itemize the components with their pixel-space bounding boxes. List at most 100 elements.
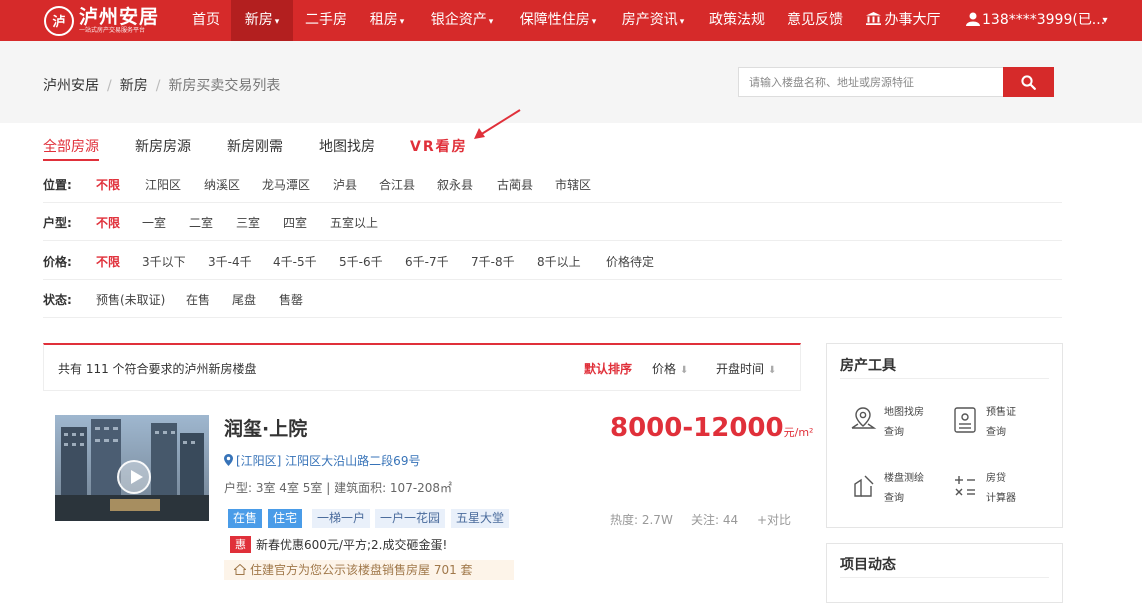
- nav-affordable-housing[interactable]: 保障性住房 ▾: [510, 0, 606, 41]
- filter-option[interactable]: 3千-4千: [208, 253, 252, 270]
- filter-option[interactable]: 不限: [96, 253, 120, 270]
- filter-location: 位置: 不限 江阳区 纳溪区 龙马潭区 泸县 合江县 叙永县 古蔺县 市辖区: [43, 168, 1062, 203]
- certificate-icon: [954, 407, 976, 433]
- breadcrumb: 泸州安居 / 新房 / 新房买卖交易列表: [43, 78, 281, 94]
- survey-icon: [854, 475, 874, 497]
- listing-image[interactable]: [55, 415, 209, 521]
- promo-badge: 惠: [230, 536, 251, 553]
- sort-price[interactable]: 价格 ⬇: [652, 360, 688, 377]
- site-logo[interactable]: 泸 泸州安居 一站式房产交易服务平台: [44, 4, 159, 37]
- nav-service-hall[interactable]: 办事大厅: [860, 0, 946, 41]
- nav-new-house[interactable]: 新房 ▾: [231, 0, 293, 41]
- filter-option[interactable]: 叙永县: [437, 176, 473, 193]
- filter-option[interactable]: 龙马潭区: [262, 176, 310, 193]
- filter-option[interactable]: 五室以上: [330, 214, 378, 231]
- filter-option[interactable]: 合江县: [379, 176, 415, 193]
- bank-icon: [865, 12, 881, 25]
- nav-bank-assets[interactable]: 银企资产 ▾: [422, 0, 502, 41]
- nav-second-hand[interactable]: 二手房: [295, 0, 357, 41]
- filter-status: 状态: 预售(未取证) 在售 尾盘 售罄: [43, 283, 1062, 318]
- filter-option[interactable]: 江阳区: [145, 176, 181, 193]
- filter-option[interactable]: 不限: [96, 214, 120, 231]
- sort-open-time[interactable]: 开盘时间 ⬇: [716, 360, 776, 377]
- nav-news[interactable]: 房产资讯 ▾: [612, 0, 694, 41]
- tab-map-search[interactable]: 地图找房: [319, 136, 375, 156]
- feature-tag: 五星大堂: [451, 509, 510, 528]
- filter-option[interactable]: 不限: [96, 176, 120, 193]
- tool-mortgage-calculator[interactable]: 房贷 计算器: [949, 468, 1049, 508]
- video-play-icon[interactable]: [117, 460, 151, 494]
- nav-feedback[interactable]: 意见反馈: [780, 0, 850, 41]
- chevron-down-icon: ▾: [591, 17, 597, 27]
- nav-home[interactable]: 首页: [181, 0, 231, 41]
- logo-title: 泸州安居: [79, 5, 160, 28]
- results-count: 共有 111 个符合要求的泸州新房楼盘: [58, 362, 257, 376]
- listing-price: 8000-12000元/m²: [610, 413, 814, 443]
- filter-option[interactable]: 尾盘: [232, 291, 256, 308]
- filter-price: 价格: 不限 3千以下 3千-4千 4千-5千 5千-6千 6千-7千 7千-8…: [43, 245, 1062, 280]
- filter-option[interactable]: 一室: [142, 214, 166, 231]
- filter-layout: 户型: 不限 一室 二室 三室 四室 五室以上: [43, 206, 1062, 241]
- compare-button[interactable]: +对比: [757, 511, 791, 528]
- logo-tagline: 一站式房产交易服务平台: [79, 26, 146, 34]
- filter-option[interactable]: 7千-8千: [471, 253, 515, 270]
- project-news-panel: 项目动态: [826, 543, 1063, 603]
- tool-presale-permit[interactable]: 预售证 查询: [949, 402, 1049, 442]
- sort-default[interactable]: 默认排序: [584, 360, 632, 377]
- breadcrumb-section[interactable]: 新房: [120, 78, 148, 94]
- listing-address[interactable]: [江阳区] 江阳区大沿山路二段69号: [224, 452, 420, 469]
- search-input[interactable]: [738, 67, 1004, 97]
- promo-text: 新春优惠600元/平方;2.成交砸金蛋!: [256, 538, 448, 552]
- tab-first-home[interactable]: 新房刚需: [227, 136, 283, 156]
- home-icon: [233, 563, 247, 575]
- arrow-annotation-icon: [474, 109, 521, 139]
- tools-title: 房产工具: [840, 358, 896, 374]
- filter-option[interactable]: 预售(未取证): [96, 291, 165, 308]
- filter-option[interactable]: 8千以上: [537, 253, 581, 270]
- filter-option[interactable]: 4千-5千: [273, 253, 317, 270]
- listing-title[interactable]: 润玺·上院: [224, 414, 307, 441]
- news-title: 项目动态: [840, 557, 896, 573]
- tools-panel: 房产工具 地图找房 查询 预售证 查询 楼盘测绘 查询 房贷 计算器: [826, 343, 1063, 528]
- breadcrumb-bar: 泸州安居 / 新房 / 新房买卖交易列表: [0, 41, 1142, 123]
- user-name: 138****3999(已...: [982, 12, 1106, 28]
- filter-option[interactable]: 四室: [283, 214, 307, 231]
- user-menu[interactable]: 138****3999(已...: [966, 0, 1105, 41]
- filter-option[interactable]: 售罄: [279, 291, 303, 308]
- chevron-down-icon: ▾: [399, 17, 405, 27]
- filter-option[interactable]: 市辖区: [555, 176, 591, 193]
- tool-map-search[interactable]: 地图找房 查询: [847, 402, 947, 442]
- results-header: 共有 111 个符合要求的泸州新房楼盘 默认排序 价格 ⬇ 开盘时间 ⬇: [43, 343, 801, 391]
- chevron-down-icon: ▾: [274, 17, 280, 27]
- filter-option[interactable]: 纳溪区: [204, 176, 240, 193]
- filter-option[interactable]: 古蔺县: [497, 176, 533, 193]
- sales-notice[interactable]: 住建官方为您公示该楼盘销售房屋 701 套: [224, 560, 514, 580]
- tool-survey[interactable]: 楼盘测绘 查询: [847, 468, 947, 508]
- top-nav: 泸 泸州安居 一站式房产交易服务平台 首页 新房 ▾ 二手房 租房 ▾ 银企资产 ▾ …: [0, 0, 1142, 41]
- filter-option[interactable]: 在售: [186, 291, 210, 308]
- heat-count: 热度: 2.7W: [610, 513, 673, 527]
- filter-option[interactable]: 3千以下: [142, 253, 186, 270]
- filter-option[interactable]: 6千-7千: [405, 253, 449, 270]
- feature-tag: 一梯一户: [312, 509, 371, 528]
- chevron-down-icon: ▾: [488, 17, 494, 27]
- breadcrumb-current: 新房买卖交易列表: [168, 78, 281, 94]
- tab-vr-view[interactable]: VR看房: [410, 136, 468, 156]
- tab-all[interactable]: 全部房源: [43, 136, 99, 161]
- user-icon: [966, 12, 980, 26]
- chevron-down-icon: ▾: [679, 17, 685, 27]
- filter-option[interactable]: 泸县: [333, 176, 357, 193]
- filter-option[interactable]: 价格待定: [606, 253, 654, 270]
- filter-option[interactable]: 二室: [189, 214, 213, 231]
- tab-new-listings[interactable]: 新房房源: [135, 136, 191, 156]
- filter-option[interactable]: 5千-6千: [339, 253, 383, 270]
- breadcrumb-home[interactable]: 泸州安居: [43, 78, 99, 94]
- filter-option[interactable]: 三室: [236, 214, 260, 231]
- nav-policy[interactable]: 政策法规: [702, 0, 772, 41]
- search-button[interactable]: [1003, 67, 1054, 97]
- feature-tag: 一户一花园: [375, 509, 446, 528]
- nav-rent[interactable]: 租房 ▾: [361, 0, 413, 41]
- listing-specs: 户型: 3室 4室 5室 | 建筑面积: 107-208㎡: [224, 481, 453, 495]
- map-pin-icon: [851, 407, 877, 429]
- user-menu-chevron-icon[interactable]: ▾: [1098, 0, 1112, 41]
